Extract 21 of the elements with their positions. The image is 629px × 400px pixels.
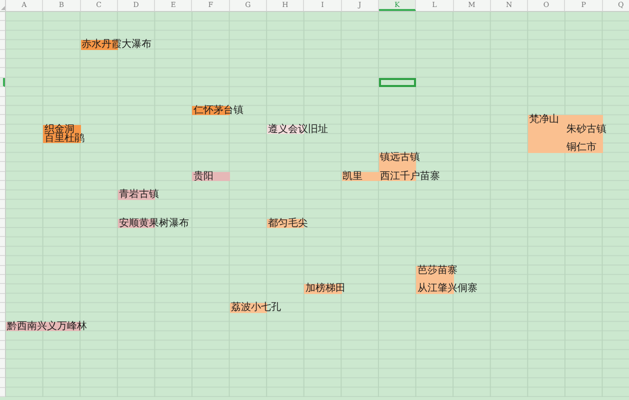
row-header[interactable] bbox=[0, 78, 5, 88]
cell-text: 加榜梯田 bbox=[304, 284, 346, 294]
select-all-corner[interactable] bbox=[0, 0, 6, 11]
cell-text: 从江肇兴侗寨 bbox=[416, 284, 478, 294]
cell-text: 都匀毛尖 bbox=[267, 218, 308, 228]
cell-text: 织金洞 bbox=[43, 124, 74, 134]
cell-text: 铜仁市 bbox=[565, 143, 596, 153]
cell-text: 镇远古镇 bbox=[378, 152, 420, 162]
cell-text: 凯里 bbox=[342, 172, 363, 182]
cell-text: 黔西南兴义万峰林 bbox=[6, 322, 87, 332]
selected-cell[interactable] bbox=[378, 78, 416, 88]
cell-text: 贵阳 bbox=[192, 172, 214, 182]
triangle-icon bbox=[1, 6, 5, 10]
cell-text: 安顺黄果树瀑布 bbox=[118, 218, 189, 228]
cell-text: 荔波小七孔 bbox=[230, 303, 281, 313]
cell-text: 朱砂古镇 bbox=[565, 124, 606, 134]
cell-text: 青岩古镇 bbox=[118, 190, 159, 200]
cell-text: 芭莎苗寨 bbox=[416, 266, 458, 275]
cell-text: 遵义会议旧址 bbox=[267, 124, 328, 134]
cell-text: 梵净山 bbox=[528, 115, 560, 125]
cell-text: 西江千户苗寨 bbox=[378, 172, 440, 182]
